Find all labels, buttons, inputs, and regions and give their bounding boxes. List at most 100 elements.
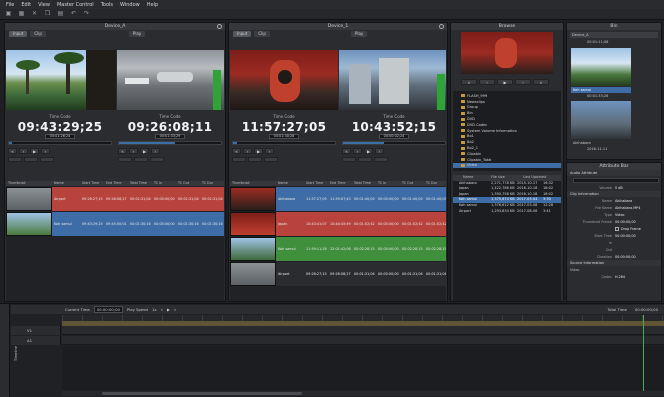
mark-out-button[interactable] — [24, 157, 38, 162]
bin-thumb-koh-samui[interactable] — [571, 48, 631, 86]
grid-icon[interactable]: ▦ — [18, 11, 25, 17]
cut-icon[interactable]: ✕ — [31, 11, 38, 17]
gear-icon[interactable] — [439, 24, 444, 29]
tab-play[interactable]: Play — [128, 31, 146, 37]
timeline-scrollbar[interactable] — [102, 392, 302, 395]
step-back-button[interactable]: ‹ — [243, 148, 252, 154]
step-back-button[interactable]: ‹ — [129, 148, 138, 154]
timeline-playhead[interactable] — [643, 315, 644, 391]
audio-attribute-header[interactable]: Audio Attribute — [567, 170, 661, 176]
bin-clip-label[interactable]: Koh samui — [571, 87, 631, 93]
rewind-button[interactable]: « — [8, 148, 17, 154]
thumbnail-frame-value[interactable]: 00:00:00;00 — [615, 220, 636, 224]
player-1-title: Device_A — [5, 23, 225, 30]
timeline-forward-button[interactable]: » — [174, 307, 176, 312]
track-body-v1[interactable] — [62, 326, 664, 335]
play-button[interactable]: ▶ — [497, 79, 513, 85]
rewind-button[interactable]: « — [342, 148, 351, 154]
track-body-a1[interactable] — [62, 336, 664, 345]
rewind-button[interactable]: « — [461, 79, 477, 85]
step-forward-button[interactable]: › — [41, 148, 50, 154]
drop-frame-checkbox[interactable] — [615, 226, 619, 231]
loop-button[interactable] — [40, 157, 54, 162]
bin-clip-label[interactable]: Akihabara — [571, 140, 631, 146]
copy-icon[interactable]: ❐ — [44, 11, 51, 17]
menu-master-control[interactable]: Master Control — [57, 2, 94, 8]
play-button[interactable]: ▶ — [140, 148, 149, 154]
file-row[interactable]: Airport 1,293,834 KB 2017-08-06 3:41 — [453, 209, 561, 215]
mark-in-button[interactable] — [232, 157, 246, 162]
scrub-bar[interactable] — [232, 141, 336, 145]
bin-panel: Bin Device_A 00:01:11;06 Koh samui 00:01… — [566, 22, 662, 160]
track-label-a1: A1 — [11, 336, 61, 345]
rewind-button[interactable]: « — [232, 148, 241, 154]
menu-view[interactable]: View — [38, 2, 50, 8]
drop-frame-label: Drop Frame — [621, 226, 641, 231]
step-forward-button[interactable]: › — [375, 148, 384, 154]
scrub-bar[interactable] — [342, 141, 446, 145]
scrub-bar[interactable] — [118, 141, 222, 145]
rewind-button[interactable]: « — [118, 148, 127, 154]
clip-row-koh-samui[interactable]: Koh samui 11:59:11;28 12:01:42;06 00:02:… — [230, 237, 446, 261]
play-button[interactable]: ▶ — [254, 148, 263, 154]
step-back-button[interactable]: ‹ — [19, 148, 28, 154]
time-code-display: 10:43:52;15 — [351, 120, 437, 134]
save-icon[interactable]: ▣ — [5, 11, 12, 17]
menu-help[interactable]: Help — [147, 2, 158, 8]
undo-icon[interactable]: ↶ — [70, 11, 77, 17]
mark-out-button[interactable] — [358, 157, 372, 162]
step-back-button[interactable]: ‹ — [479, 79, 495, 85]
clip-list-header: Thumbnail Name Start Time End Time Total… — [230, 181, 446, 186]
timeline-play-button[interactable]: ▶ — [167, 307, 170, 312]
volume-value[interactable]: 0 dB — [615, 186, 623, 190]
mark-in-button[interactable] — [342, 157, 356, 162]
loop-button[interactable] — [264, 157, 278, 162]
clip-name-value: Akihabara — [615, 198, 633, 203]
menu-edit[interactable]: Edit — [21, 2, 31, 8]
mark-in-button[interactable] — [8, 157, 22, 162]
redo-icon[interactable]: ↷ — [83, 11, 90, 17]
menu-window[interactable]: Window — [120, 2, 140, 8]
start-time-value[interactable]: 00:00:00;00 — [615, 234, 636, 238]
play-button[interactable]: ▶ — [30, 148, 39, 154]
loop-button[interactable] — [150, 157, 164, 162]
tab-input[interactable]: Input — [9, 31, 28, 37]
mark-out-button[interactable] — [134, 157, 148, 162]
clip-row-airport[interactable]: Airport 09:26:27;15 09:26:08;27 00:01:31… — [230, 262, 446, 286]
volume-label: Volume — [599, 185, 612, 190]
tab-clip[interactable]: Clip — [254, 31, 270, 37]
step-forward-button[interactable]: › — [265, 148, 274, 154]
timeline-rewind-button[interactable]: « — [161, 307, 163, 312]
play-speed-value[interactable]: 1x — [152, 307, 157, 312]
clip-row-airport[interactable]: Airport 09:26:27;15 09:26:08;27 00:01:31… — [6, 187, 224, 211]
paste-icon[interactable]: ▤ — [57, 11, 64, 17]
total-time-label: Total Time — [607, 307, 627, 312]
time-code-duration: 00:01:26;24 — [45, 134, 75, 139]
tab-input[interactable]: Input — [233, 31, 252, 37]
play-button[interactable]: ▶ — [364, 148, 373, 154]
clip-row-koh-samui[interactable]: Koh samui 09:43:29;25 09:45:00;01 00:01:… — [6, 212, 224, 236]
tab-play[interactable]: Play — [350, 31, 368, 37]
clip-row-japan[interactable]: Japan 10:43:41;07 10:44:45;49 00:01:02;4… — [230, 212, 446, 236]
scrub-bar[interactable] — [8, 141, 112, 145]
menu-file[interactable]: File — [6, 2, 14, 8]
time-code-duration: 00:00:02;24 — [379, 134, 409, 139]
play-speed-label: Play Speed — [126, 307, 148, 312]
menu-tools[interactable]: Tools — [101, 2, 113, 8]
tree-item-selected[interactable]: Video — [453, 162, 561, 169]
fast-forward-button[interactable]: » — [533, 79, 549, 85]
gear-icon[interactable] — [217, 24, 222, 29]
tab-clip[interactable]: Clip — [30, 31, 46, 37]
clip-row-akihabara[interactable]: Akihabara 11:57:27;05 11:59:07;43 00:01:… — [230, 187, 446, 211]
step-back-button[interactable]: ‹ — [353, 148, 362, 154]
mark-out-button[interactable] — [248, 157, 262, 162]
device-select[interactable]: Device_A — [570, 32, 658, 38]
type-value: Video — [615, 212, 625, 217]
bin-thumb-akihabara[interactable] — [571, 101, 631, 139]
step-forward-button[interactable]: › — [151, 148, 160, 154]
mark-in-button[interactable] — [118, 157, 132, 162]
loop-button[interactable] — [374, 157, 388, 162]
current-time-value[interactable]: 00:00:00;00 — [93, 306, 123, 313]
step-forward-button[interactable]: › — [515, 79, 531, 85]
time-code-duration: 00:01:30;28 — [269, 134, 299, 139]
